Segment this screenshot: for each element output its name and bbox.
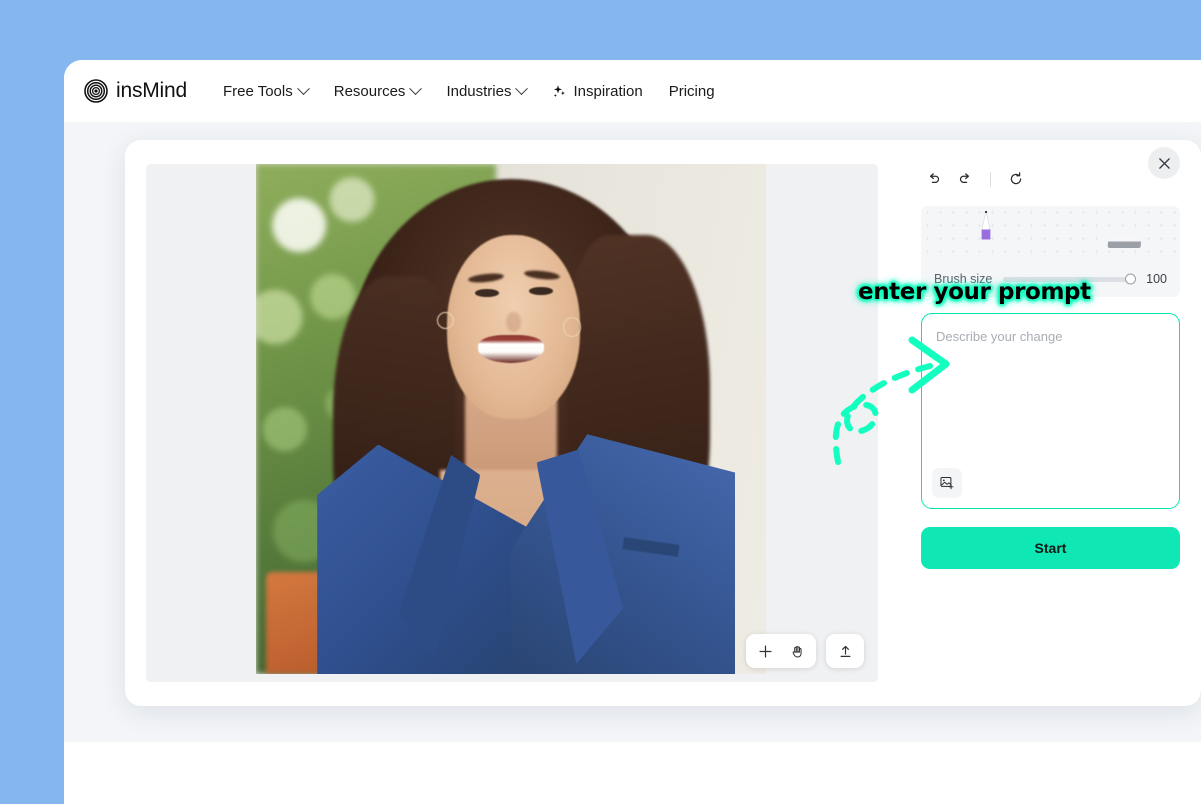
brush-size-value: 100 (1146, 272, 1167, 286)
logo-wordmark: insMind (116, 79, 187, 102)
site-logo[interactable]: insMind (84, 79, 187, 103)
redo-button[interactable] (952, 166, 978, 192)
pan-tool-button[interactable] (784, 638, 810, 664)
upload-icon (840, 645, 850, 657)
nav-item-pricing[interactable]: Pricing (669, 83, 715, 100)
page-footer-space (64, 742, 1201, 804)
redo-arrow-icon (959, 173, 970, 184)
nav-label-industries: Industries (446, 82, 512, 100)
chevron-down-icon (296, 81, 310, 95)
brush-preview-area (921, 206, 1180, 261)
reset-button[interactable] (1003, 166, 1029, 192)
photo-eye-right (529, 287, 553, 296)
undo-arrow-icon (929, 173, 940, 184)
canvas-tool-group-upload (826, 634, 864, 668)
chevron-down-icon (515, 81, 529, 95)
canvas-photo (256, 164, 766, 674)
brush-tool-icon[interactable] (977, 210, 995, 254)
top-navigation-bar: insMind Free Tools Resources Industries … (64, 60, 1201, 122)
nav-item-industries[interactable]: Industries (446, 81, 529, 100)
nav-label-resources: Resources (333, 82, 406, 100)
concentric-circles-logo-icon (84, 79, 108, 103)
slider-handle[interactable] (1125, 273, 1136, 285)
hand-icon (792, 645, 802, 658)
nav-label-inspiration: Inspiration (573, 82, 643, 100)
prompt-placeholder: Describe your change (936, 329, 1063, 344)
plus-icon (758, 644, 772, 658)
nav-label-pricing: Pricing (668, 82, 715, 100)
toolbar-divider (990, 171, 991, 187)
editor-card: Brush size 100 Describe your change Star… (125, 140, 1201, 706)
image-upload-icon (940, 476, 954, 490)
brush-size-label: Brush size (934, 272, 993, 286)
canvas-tool-group-primary (746, 634, 816, 668)
chevron-down-icon (409, 81, 423, 95)
sparkle-icon (552, 84, 567, 99)
slider-fill (1003, 276, 1131, 282)
nav-item-free-tools[interactable]: Free Tools (222, 81, 310, 100)
photo-eye-left (475, 288, 499, 297)
zoom-in-tool-button[interactable] (752, 638, 778, 664)
nav-label-free-tools: Free Tools (222, 82, 293, 100)
undo-button[interactable] (921, 166, 947, 192)
close-editor-button[interactable] (1148, 147, 1180, 179)
eraser-tool-icon[interactable] (1107, 236, 1142, 248)
editor-side-panel: Brush size 100 Describe your change Star… (900, 140, 1201, 706)
upload-tool-button[interactable] (832, 638, 858, 664)
nav-item-inspiration[interactable]: Inspiration (552, 82, 643, 100)
close-icon (1158, 157, 1170, 169)
prompt-textarea[interactable]: Describe your change (921, 313, 1180, 509)
prompt-image-upload-button[interactable] (932, 468, 962, 498)
refresh-icon (1010, 172, 1022, 185)
brush-size-slider[interactable] (1003, 273, 1136, 285)
image-canvas[interactable] (146, 164, 878, 682)
canvas-toolbar (746, 634, 864, 668)
brush-size-control: Brush size 100 (921, 261, 1180, 297)
nav-items: Free Tools Resources Industries Inspirat… (222, 81, 715, 100)
start-button[interactable]: Start (921, 527, 1180, 569)
history-controls (921, 166, 1180, 192)
nav-item-resources[interactable]: Resources (333, 81, 423, 100)
